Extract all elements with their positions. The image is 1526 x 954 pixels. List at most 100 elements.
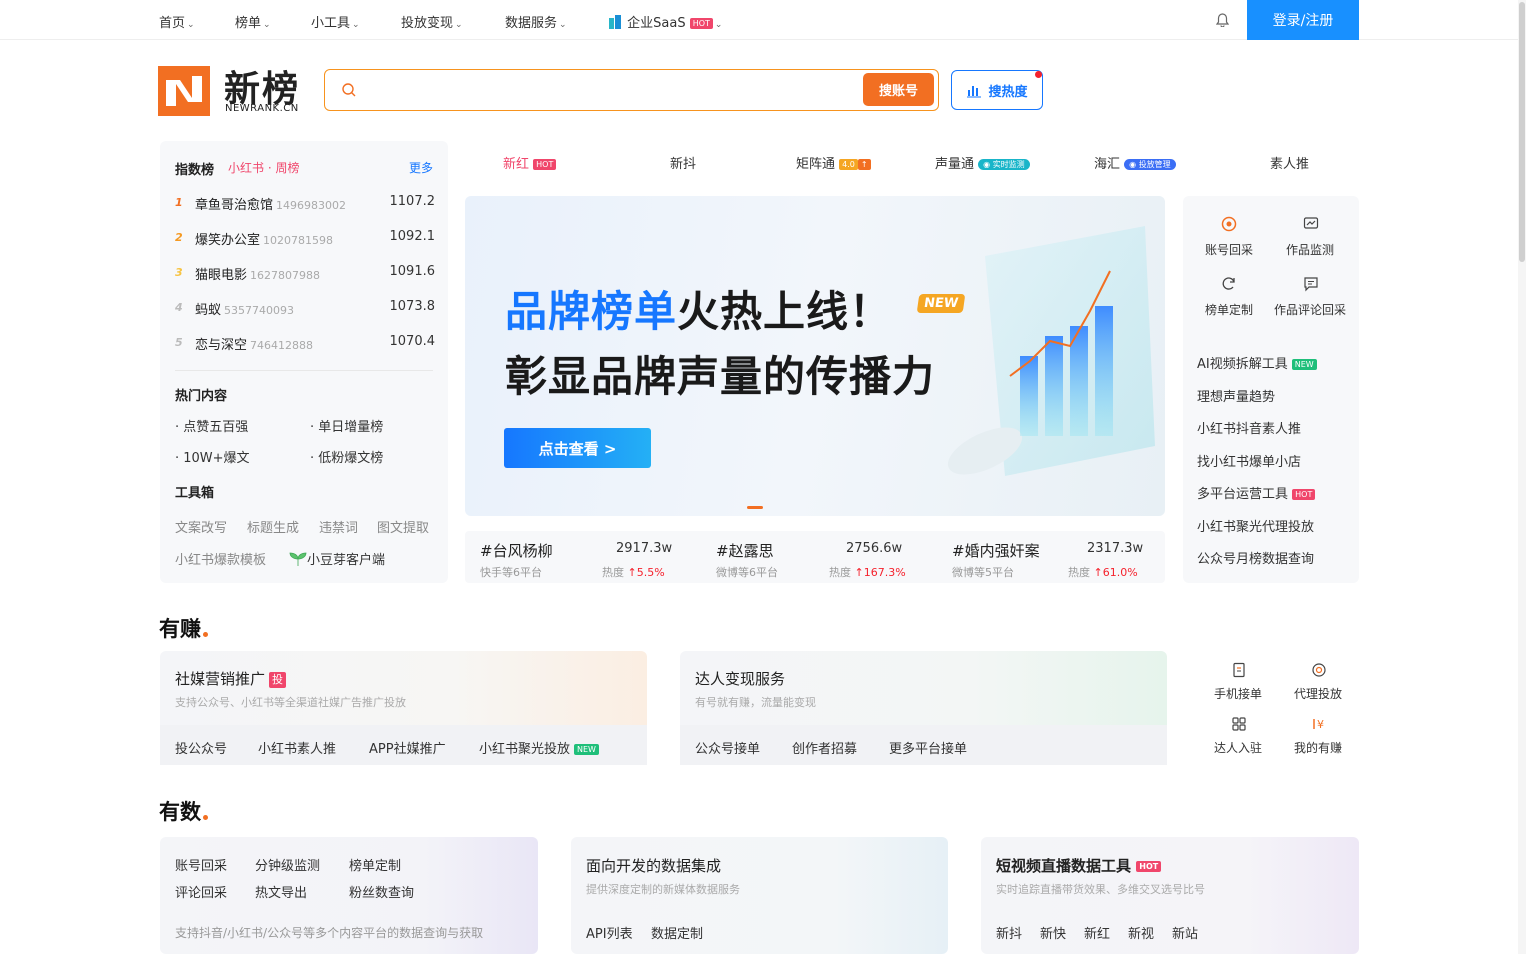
monitor-icon[interactable]	[1303, 216, 1319, 232]
badge-text: 投放管理	[1138, 160, 1171, 169]
rank-row[interactable]: 5 恋与深空 746412888 1070.4	[175, 334, 435, 354]
search-account-button[interactable]: 搜账号	[863, 73, 934, 106]
earn-side-link[interactable]: 代理投放	[1294, 685, 1342, 702]
earn-side-link[interactable]: 我的有赚	[1294, 739, 1342, 756]
rank-number: 5	[175, 336, 183, 349]
nav-home[interactable]: 首页 ⌄	[159, 12, 195, 31]
hot-content-link[interactable]: · 低粉爆文榜	[310, 447, 383, 466]
right-link[interactable]: 小红书抖音素人推	[1197, 418, 1301, 437]
card-link[interactable]: APP社媒推广	[369, 738, 446, 757]
card-link[interactable]: 更多平台接单	[889, 738, 967, 757]
rank-number: 2	[175, 231, 183, 244]
rank-account: 恋与深空	[195, 338, 248, 353]
nav-tools[interactable]: 小工具 ⌄	[311, 12, 360, 31]
yen-icon[interactable]: ¥	[1311, 716, 1327, 732]
card-link[interactable]: 热文导出	[255, 882, 307, 901]
nav-saas[interactable]: 企业SaaS HOT ⌄	[608, 12, 722, 31]
nav-ads[interactable]: 投放变现 ⌄	[401, 12, 463, 31]
nav-data-service[interactable]: 数据服务 ⌄	[505, 12, 567, 31]
card-link[interactable]: 账号回采	[175, 855, 227, 874]
grid-link[interactable]: 作品评论回采	[1274, 301, 1346, 318]
card-link-label: 小红书聚光投放	[479, 742, 571, 757]
tab-xinhong[interactable]: 新红 HOT	[503, 153, 557, 172]
card-link[interactable]: 评论回采	[175, 882, 227, 901]
agent-ads-icon[interactable]	[1311, 662, 1327, 678]
arrow-up-icon: ↑	[854, 566, 864, 579]
card-link[interactable]: 新快	[1040, 923, 1066, 942]
card-link[interactable]: 新站	[1172, 923, 1198, 942]
rank-row[interactable]: 2 爆笑办公室 1020781598 1092.1	[175, 229, 435, 249]
custom-rank-icon[interactable]	[1221, 276, 1237, 292]
card-link[interactable]: 榜单定制	[349, 855, 401, 874]
version-badge: 4.0	[839, 159, 858, 170]
hot-content-link[interactable]: · 点赞五百强	[175, 416, 248, 435]
hot-content-link[interactable]: · 10W+爆文	[175, 447, 250, 466]
rank-name: 猫眼电影 1627807988	[195, 264, 320, 283]
nav-rankings[interactable]: 榜单 ⌄	[235, 12, 271, 31]
more-link[interactable]: 更多	[409, 159, 433, 176]
card-link[interactable]: 新抖	[996, 923, 1022, 942]
heat-value: 167.3%	[863, 566, 906, 579]
creator-join-icon[interactable]	[1231, 716, 1247, 732]
card-link[interactable]: 新红	[1084, 923, 1110, 942]
trending-item[interactable]: #赵露思 微博等6平台 2756.6w 热度 ↑167.3%	[716, 531, 916, 583]
card-link[interactable]: 新视	[1128, 923, 1154, 942]
login-button[interactable]: 登录/注册	[1247, 0, 1359, 40]
tool-link[interactable]: 小红书爆款模板	[175, 549, 266, 568]
search-input[interactable]	[366, 78, 846, 102]
card-link[interactable]: 分钟级监测	[255, 855, 320, 874]
rank-name: 章鱼哥治愈馆 1496983002	[195, 194, 346, 213]
earn-side-link[interactable]: 达人入驻	[1214, 739, 1262, 756]
toolbox-title: 工具箱	[175, 486, 215, 501]
card-link[interactable]: API列表	[586, 923, 633, 942]
tool-link[interactable]: 图文提取	[377, 517, 429, 536]
tool-link[interactable]: 标题生成	[247, 517, 299, 536]
banner-headline: 品牌榜单火热上线！	[505, 278, 892, 339]
card-link[interactable]: 小红书素人推	[258, 738, 336, 757]
grid-link[interactable]: 作品监测	[1286, 241, 1334, 258]
newrank-logo-icon[interactable]	[158, 66, 210, 116]
tool-link[interactable]: 文案改写	[175, 517, 227, 536]
banner-view-button[interactable]: 点击查看 >	[504, 428, 651, 468]
index-rank-tag[interactable]: 小红书 · 周榜	[228, 159, 299, 176]
tool-link[interactable]: 违禁词	[319, 517, 358, 536]
carousel-indicator[interactable]	[747, 506, 763, 509]
right-link[interactable]: AI视频拆解工具 NEW	[1197, 353, 1317, 372]
card-link[interactable]: 投公众号	[175, 738, 227, 757]
phone-order-icon[interactable]	[1231, 662, 1247, 678]
scrollbar-thumb[interactable]	[1519, 2, 1525, 262]
sprout-client-link[interactable]: 小豆芽客户端	[289, 549, 385, 568]
rank-row[interactable]: 1 章鱼哥治愈馆 1496983002 1107.2	[175, 194, 435, 214]
card-link[interactable]: 创作者招募	[792, 738, 857, 757]
tab-juzhentong[interactable]: 矩阵通 4.0 ↑	[796, 153, 871, 172]
tab-surentui[interactable]: 素人推	[1270, 153, 1309, 172]
trending-item[interactable]: #婚内强奸案 微博等5平台 2317.3w 热度 ↑61.0%	[952, 531, 1152, 583]
right-link[interactable]: 多平台运营工具 HOT	[1197, 483, 1316, 502]
tab-label: 声量通	[935, 157, 975, 172]
grid-link[interactable]: 账号回采	[1205, 241, 1253, 258]
tab-haihui[interactable]: 海汇 ◉ 投放管理	[1094, 153, 1176, 172]
tab-shengliangtong[interactable]: 声量通 ◉ 实时监测	[935, 153, 1030, 172]
bell-icon[interactable]	[1216, 13, 1229, 27]
card-link[interactable]: 数据定制	[651, 923, 703, 942]
right-link[interactable]: 理想声量趋势	[1197, 386, 1275, 405]
refresh-collect-icon[interactable]	[1221, 216, 1237, 232]
card-link[interactable]: 粉丝数查询	[349, 882, 414, 901]
trending-item[interactable]: #台风杨柳 快手等6平台 2917.3w 热度 ↑5.5%	[480, 531, 680, 583]
rank-row[interactable]: 4 蚂蚁 5357740093 1073.8	[175, 299, 435, 319]
hot-content-link[interactable]: · 单日增量榜	[310, 416, 383, 435]
tab-label: 矩阵通	[796, 157, 836, 172]
trending-heat: 热度 ↑167.3%	[829, 564, 906, 580]
card-link[interactable]: 小红书聚光投放 NEW	[479, 738, 599, 757]
grid-link[interactable]: 榜单定制	[1205, 301, 1253, 318]
search-heat-button[interactable]: 搜热度	[951, 70, 1043, 110]
right-link[interactable]: 小红书聚光代理投放	[1197, 516, 1314, 535]
tab-xindou[interactable]: 新抖	[670, 153, 696, 172]
right-link[interactable]: 找小红书爆单小店	[1197, 451, 1301, 470]
card-link[interactable]: 公众号接单	[695, 738, 760, 757]
card-title-text: 短视频直播数据工具	[996, 857, 1132, 875]
comment-icon[interactable]	[1303, 276, 1319, 292]
right-link[interactable]: 公众号月榜数据查询	[1197, 548, 1314, 567]
earn-side-link[interactable]: 手机接单	[1214, 685, 1262, 702]
rank-row[interactable]: 3 猫眼电影 1627807988 1091.6	[175, 264, 435, 284]
